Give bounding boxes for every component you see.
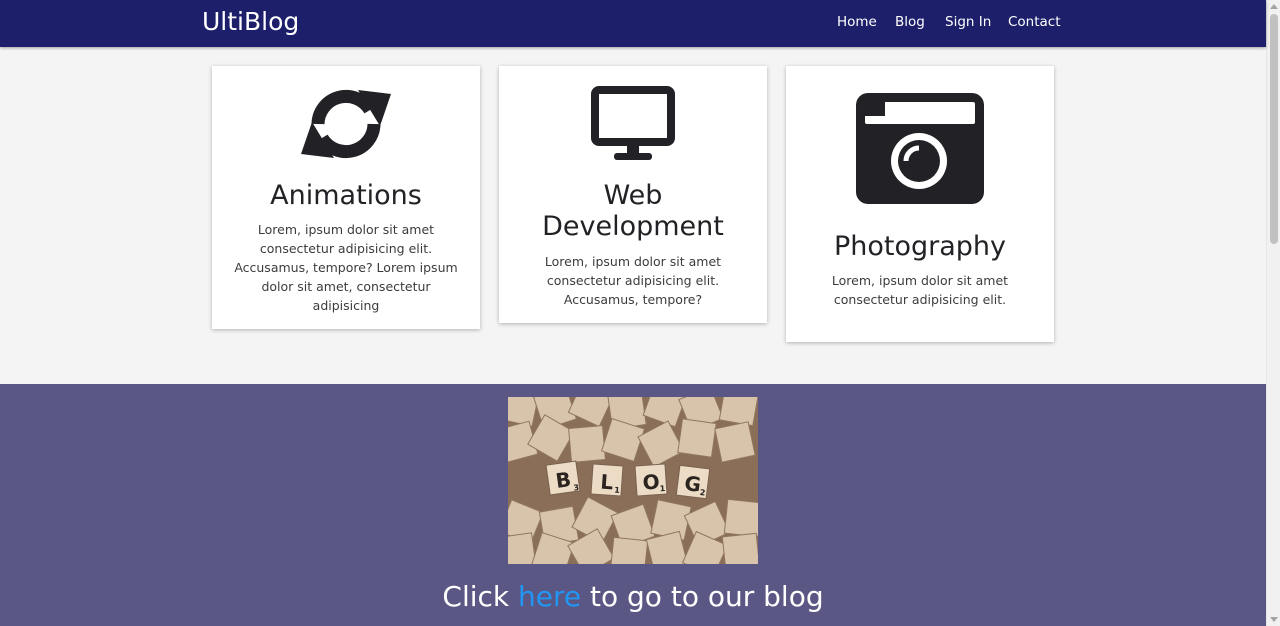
camera-icon xyxy=(856,93,984,204)
card-text: Lorem, ipsum dolor sit amet consectetur … xyxy=(234,222,458,313)
navbar: UltiBlog Home Blog Sign In Contact xyxy=(0,0,1266,47)
card-web-development: Web Development Lorem, ipsum dolor sit a… xyxy=(499,66,767,323)
card-photography: Photography Lorem, ipsum dolor sit amet … xyxy=(786,66,1054,342)
card-text: Lorem, ipsum dolor sit amet consectetur … xyxy=(544,254,722,307)
cta-prefix: Click xyxy=(442,580,519,613)
card-title: Web Development xyxy=(542,180,724,242)
blog-cta: Click here to go to our blog xyxy=(0,580,1266,613)
tile-letter: L xyxy=(600,470,615,495)
cta-suffix: to go to our blog xyxy=(581,580,824,613)
blog-link[interactable]: here xyxy=(518,580,581,613)
sync-icon xyxy=(301,89,391,159)
card-title: Photography xyxy=(833,231,1007,262)
scrollbar[interactable] xyxy=(1266,0,1280,626)
tile-score: 2 xyxy=(699,488,706,498)
scroll-up-arrow-icon[interactable] xyxy=(1270,4,1278,9)
blog-banner: B L O G 3 1 1 2 Click here to go to our … xyxy=(0,384,1266,626)
nav-link-sign-in[interactable]: Sign In xyxy=(945,14,991,30)
desktop-icon xyxy=(591,86,675,160)
card-title: Animations xyxy=(270,180,422,211)
nav-link-contact[interactable]: Contact xyxy=(1008,14,1061,30)
tile-score: 1 xyxy=(659,484,666,493)
scroll-down-arrow-icon[interactable] xyxy=(1270,617,1278,622)
card-text: Lorem, ipsum dolor sit amet consectetur … xyxy=(831,273,1009,307)
tile-score: 1 xyxy=(614,486,621,495)
blog-image[interactable]: B L O G 3 1 1 2 xyxy=(508,397,758,564)
nav-link-home[interactable]: Home xyxy=(837,14,877,30)
card-animations: Animations Lorem, ipsum dolor sit amet c… xyxy=(212,66,480,329)
nav-link-blog[interactable]: Blog xyxy=(895,14,925,30)
brand-logo[interactable]: UltiBlog xyxy=(202,7,299,36)
services-section: Animations Lorem, ipsum dolor sit amet c… xyxy=(0,47,1266,384)
scroll-thumb[interactable] xyxy=(1270,14,1278,244)
tile-letter: O xyxy=(642,469,661,494)
